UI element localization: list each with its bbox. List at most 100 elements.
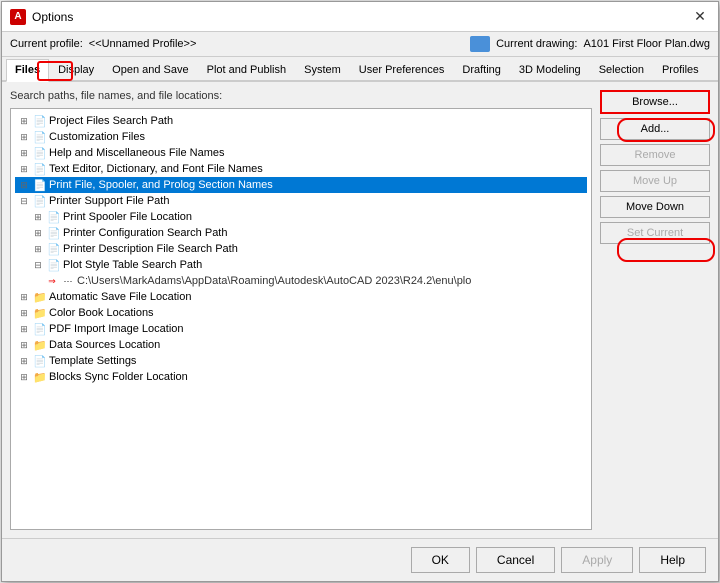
tree-item-help[interactable]: ⊞ 📄 Help and Miscellaneous File Names	[15, 145, 587, 161]
tree-item-plot-style[interactable]: ⊟ 📄 Plot Style Table Search Path	[29, 257, 587, 273]
label-printer-config: Printer Configuration Search Path	[63, 227, 227, 239]
content-area: Search paths, file names, and file locat…	[2, 82, 718, 538]
footer-bar: OK Cancel Apply Help	[2, 538, 718, 581]
expander-text-editor: ⊞	[17, 162, 31, 176]
expander-plot-style: ⊟	[31, 258, 45, 272]
expander-print-spooler: ⊞	[31, 210, 45, 224]
label-pdf-import: PDF Import Image Location	[49, 323, 184, 335]
label-help: Help and Miscellaneous File Names	[49, 147, 224, 159]
expander-plot-path: ⇒	[45, 274, 59, 288]
tree-item-print-spooler[interactable]: ⊞ 📄 Print Spooler File Location	[29, 209, 587, 225]
label-plot-style: Plot Style Table Search Path	[63, 259, 202, 271]
icon-blocks-sync: 📁	[33, 370, 47, 384]
dialog-title: Options	[32, 10, 73, 24]
tree-item-pdf-import[interactable]: ⊞ 📄 PDF Import Image Location	[15, 321, 587, 337]
tree-item-customization[interactable]: ⊞ 📄 Customization Files	[15, 129, 587, 145]
expander-project-files: ⊞	[17, 114, 31, 128]
tab-open-save[interactable]: Open and Save	[103, 59, 197, 80]
icon-color-book: 📁	[33, 306, 47, 320]
label-printer-desc: Printer Description File Search Path	[63, 243, 238, 255]
tab-system[interactable]: System	[295, 59, 350, 80]
label-template: Template Settings	[49, 355, 136, 367]
set-current-button[interactable]: Set Current	[600, 222, 710, 244]
icon-auto-save: 📁	[33, 290, 47, 304]
icon-project-files: 📄	[33, 114, 47, 128]
tree-item-plot-path[interactable]: ⇒ ··· C:\Users\MarkAdams\AppData\Roaming…	[43, 273, 587, 289]
label-blocks-sync: Blocks Sync Folder Location	[49, 371, 188, 383]
tab-selection[interactable]: Selection	[590, 59, 653, 80]
tree-item-auto-save[interactable]: ⊞ 📁 Automatic Save File Location	[15, 289, 587, 305]
tree-item-template[interactable]: ⊞ 📄 Template Settings	[15, 353, 587, 369]
label-project-files: Project Files Search Path	[49, 115, 173, 127]
label-print-spooler: Print Spooler File Location	[63, 211, 192, 223]
label-printer-support: Printer Support File Path	[49, 195, 169, 207]
move-down-button[interactable]: Move Down	[600, 196, 710, 218]
tab-plot-publish[interactable]: Plot and Publish	[198, 59, 296, 80]
tree-item-data-sources[interactable]: ⊞ 📁 Data Sources Location	[15, 337, 587, 353]
cancel-button[interactable]: Cancel	[476, 547, 555, 573]
tab-drafting[interactable]: Drafting	[453, 59, 510, 80]
expander-blocks-sync: ⊞	[17, 370, 31, 384]
expander-print-file: ⊞	[17, 178, 31, 192]
expander-printer-support: ⊟	[17, 194, 31, 208]
left-panel: Search paths, file names, and file locat…	[10, 90, 592, 530]
icon-text-editor: 📄	[33, 162, 47, 176]
expander-auto-save: ⊞	[17, 290, 31, 304]
expander-pdf-import: ⊞	[17, 322, 31, 336]
apply-button[interactable]: Apply	[561, 547, 633, 573]
tree-container[interactable]: ⊞ 📄 Project Files Search Path ⊞ 📄 Custom…	[10, 108, 592, 530]
current-profile-value: <<Unnamed Profile>>	[89, 38, 197, 50]
icon-data-sources: 📁	[33, 338, 47, 352]
icon-pdf-import: 📄	[33, 322, 47, 336]
close-button[interactable]: ✕	[690, 7, 710, 27]
right-panel: Browse... Add... Remove Move Up Move Dow…	[600, 90, 710, 530]
expander-template: ⊞	[17, 354, 31, 368]
app-icon: A	[10, 9, 26, 25]
label-color-book: Color Book Locations	[49, 307, 154, 319]
expander-help: ⊞	[17, 146, 31, 160]
remove-button[interactable]: Remove	[600, 144, 710, 166]
profile-icon	[470, 36, 490, 52]
icon-customization: 📄	[33, 130, 47, 144]
current-drawing-label: Current drawing:	[496, 38, 577, 50]
expander-printer-desc: ⊞	[31, 242, 45, 256]
icon-plot-style: 📄	[47, 258, 61, 272]
expander-color-book: ⊞	[17, 306, 31, 320]
tree-item-color-book[interactable]: ⊞ 📁 Color Book Locations	[15, 305, 587, 321]
add-button[interactable]: Add...	[600, 118, 710, 140]
ok-button[interactable]: OK	[411, 547, 470, 573]
icon-printer-support: 📄	[33, 194, 47, 208]
tab-profiles[interactable]: Profiles	[653, 59, 708, 80]
help-button[interactable]: Help	[639, 547, 706, 573]
current-profile-label: Current profile:	[10, 38, 83, 50]
tree-item-printer-config[interactable]: ⊞ 📄 Printer Configuration Search Path	[29, 225, 587, 241]
label-auto-save: Automatic Save File Location	[49, 291, 191, 303]
tree-item-text-editor[interactable]: ⊞ 📄 Text Editor, Dictionary, and Font Fi…	[15, 161, 587, 177]
icon-print-file: 📄	[33, 178, 47, 192]
tree-item-blocks-sync[interactable]: ⊞ 📁 Blocks Sync Folder Location	[15, 369, 587, 385]
label-plot-path: C:\Users\MarkAdams\AppData\Roaming\Autod…	[77, 275, 471, 287]
expander-data-sources: ⊞	[17, 338, 31, 352]
tab-display[interactable]: Display	[49, 59, 103, 80]
current-drawing-value: A101 First Floor Plan.dwg	[583, 38, 710, 50]
icon-print-spooler: 📄	[47, 210, 61, 224]
expander-customization: ⊞	[17, 130, 31, 144]
tabs-bar: Files Display Open and Save Plot and Pub…	[2, 57, 718, 82]
tab-files[interactable]: Files	[6, 59, 49, 82]
icon-template: 📄	[33, 354, 47, 368]
icon-help: 📄	[33, 146, 47, 160]
tab-3d-modeling[interactable]: 3D Modeling	[510, 59, 590, 80]
profile-bar: Current profile: <<Unnamed Profile>> Cur…	[2, 32, 718, 57]
tree-item-printer-desc[interactable]: ⊞ 📄 Printer Description File Search Path	[29, 241, 587, 257]
label-customization: Customization Files	[49, 131, 145, 143]
move-up-button[interactable]: Move Up	[600, 170, 710, 192]
tree-item-printer-support[interactable]: ⊟ 📄 Printer Support File Path	[15, 193, 587, 209]
tree-item-project-files[interactable]: ⊞ 📄 Project Files Search Path	[15, 113, 587, 129]
icon-plot-path: ···	[61, 274, 75, 288]
browse-button[interactable]: Browse...	[600, 90, 710, 114]
label-data-sources: Data Sources Location	[49, 339, 160, 351]
title-bar: A Options ✕	[2, 2, 718, 32]
tree-item-print-file[interactable]: ⊞ 📄 Print File, Spooler, and Prolog Sect…	[15, 177, 587, 193]
panel-label: Search paths, file names, and file locat…	[10, 90, 592, 102]
tab-user-prefs[interactable]: User Preferences	[350, 59, 454, 80]
